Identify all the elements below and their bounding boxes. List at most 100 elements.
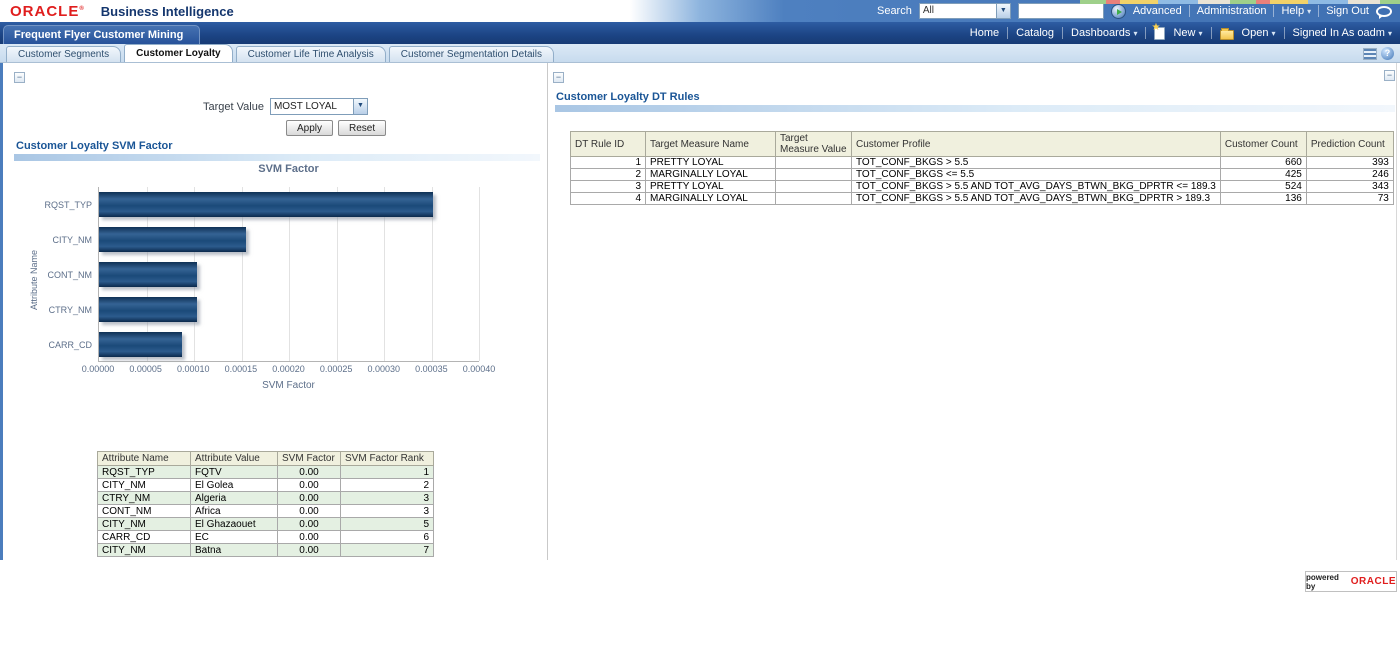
target-value-prompt: Target Value MOST LOYAL ▼ <box>203 98 368 115</box>
administration-link[interactable]: Administration <box>1197 5 1267 17</box>
category-label: RQST_TYP <box>42 187 98 222</box>
column-header[interactable]: Prediction Count <box>1306 132 1393 157</box>
collapse-left-column-icon[interactable]: − <box>14 72 25 83</box>
sign-out-link[interactable]: Sign Out <box>1326 5 1369 17</box>
target-value-select[interactable]: MOST LOYAL ▼ <box>270 98 368 115</box>
reset-button[interactable]: Reset <box>338 120 386 136</box>
target-value-label: Target Value <box>203 101 264 113</box>
category-label: CTRY_NM <box>42 292 98 327</box>
chevron-down-icon[interactable]: ▼ <box>353 99 367 114</box>
table-cell: CONT_NM <box>98 505 191 518</box>
column-header[interactable]: Target Measure Name <box>646 132 776 157</box>
dashboard-page-tab[interactable]: Frequent Flyer Customer Mining <box>3 25 200 44</box>
collapse-right-column-icon[interactable]: − <box>553 72 564 83</box>
table-row[interactable]: 4MARGINALLY LOYALTOT_CONF_BKGS > 5.5 AND… <box>571 193 1394 205</box>
open-folder-icon <box>1220 30 1234 40</box>
section-rule <box>555 105 1395 112</box>
column-header[interactable]: DT Rule ID <box>571 132 646 157</box>
gridline <box>479 187 480 361</box>
help-menu[interactable]: Help ▾ <box>1281 5 1311 17</box>
table-cell: 3 <box>341 505 434 518</box>
x-tick-label: 0.00000 <box>82 364 115 374</box>
bar-CTRY_NM[interactable] <box>99 297 197 322</box>
table-cell: 0.00 <box>278 531 341 544</box>
table-row[interactable]: CARR_CDEC0.006 <box>98 531 434 544</box>
chevron-down-icon: ▾ <box>1307 7 1311 16</box>
new-menu[interactable]: New ▾ <box>1173 27 1202 39</box>
table-cell: 2 <box>571 169 646 181</box>
table-cell: El Golea <box>191 479 278 492</box>
column-header[interactable]: Customer Count <box>1220 132 1306 157</box>
apply-button[interactable]: Apply <box>286 120 333 136</box>
table-cell: 0.00 <box>278 492 341 505</box>
table-row[interactable]: CONT_NMAfrica0.003 <box>98 505 434 518</box>
column-header[interactable]: Attribute Value <box>191 452 278 466</box>
bar-CONT_NM[interactable] <box>99 262 197 287</box>
x-tick-label: 0.00005 <box>129 364 162 374</box>
table-row[interactable]: RQST_TYPFQTV0.001 <box>98 466 434 479</box>
dashboard-content: − − − Target Value MOST LOYAL ▼ Apply Re… <box>0 63 1400 648</box>
table-cell: MARGINALLY LOYAL <box>646 169 776 181</box>
column-header[interactable]: SVM Factor <box>278 452 341 466</box>
chevron-down-icon: ▾ <box>1199 29 1203 38</box>
table-cell: Batna <box>191 544 278 557</box>
divider <box>1273 5 1274 17</box>
category-label: CARR_CD <box>42 327 98 362</box>
table-row[interactable]: CTRY_NMAlgeria0.003 <box>98 492 434 505</box>
search-scope-select[interactable]: All ▼ <box>919 3 1011 19</box>
tab-customer-loyalty[interactable]: Customer Loyalty <box>124 44 232 62</box>
x-tick-label: 0.00035 <box>415 364 448 374</box>
table-cell: Algeria <box>191 492 278 505</box>
table-cell: CITY_NM <box>98 544 191 557</box>
browser-artifact-strip <box>1080 0 1400 4</box>
powered-by-badge: powered by ORACLE <box>1305 571 1397 592</box>
table-cell: PRETTY LOYAL <box>646 181 776 193</box>
help-icon[interactable]: ? <box>1381 47 1394 60</box>
chevron-down-icon[interactable]: ▼ <box>996 4 1010 18</box>
tab-customer-segments[interactable]: Customer Segments <box>6 46 121 62</box>
table-cell: TOT_CONF_BKGS > 5.5 <box>852 157 1221 169</box>
table-row[interactable]: CITY_NMEl Golea0.002 <box>98 479 434 492</box>
chevron-down-icon: ▾ <box>1388 29 1392 38</box>
catalog-link[interactable]: Catalog <box>1016 27 1054 39</box>
dashboards-menu[interactable]: Dashboards ▾ <box>1071 27 1137 39</box>
home-link[interactable]: Home <box>970 27 999 39</box>
chart-y-axis-label: Attribute Name <box>29 249 39 309</box>
page-tab-bar: Customer Segments Customer Loyalty Custo… <box>0 44 1400 63</box>
bar-CARR_CD[interactable] <box>99 332 182 357</box>
search-go-icon[interactable] <box>1111 4 1126 19</box>
table-row[interactable]: 1PRETTY LOYALTOT_CONF_BKGS > 5.5660393 <box>571 157 1394 169</box>
column-header[interactable]: Customer Profile <box>852 132 1221 157</box>
collapse-far-right-icon[interactable]: − <box>1384 70 1395 81</box>
page-options-icon[interactable] <box>1363 48 1377 60</box>
search-scope-value: All <box>920 4 996 18</box>
table-row[interactable]: CITY_NMBatna0.007 <box>98 544 434 557</box>
search-label: Search <box>877 5 912 17</box>
table-cell: 5 <box>341 518 434 531</box>
x-tick-label: 0.00015 <box>225 364 258 374</box>
table-row[interactable]: 2MARGINALLY LOYALTOT_CONF_BKGS <= 5.5425… <box>571 169 1394 181</box>
column-header[interactable]: Target Measure Value <box>776 132 852 157</box>
signed-in-menu[interactable]: Signed In As oadm ▾ <box>1293 27 1392 39</box>
bar-RQST_TYP[interactable] <box>99 192 433 217</box>
table-cell: 0.00 <box>278 505 341 518</box>
table-cell: FQTV <box>191 466 278 479</box>
table-cell: MARGINALLY LOYAL <box>646 193 776 205</box>
table-cell <box>776 157 852 169</box>
open-menu[interactable]: Open ▾ <box>1242 27 1276 39</box>
column-header[interactable]: Attribute Name <box>98 452 191 466</box>
chat-bubble-icon[interactable] <box>1376 6 1392 17</box>
column-header[interactable]: SVM Factor Rank <box>341 452 434 466</box>
x-tick-label: 0.00025 <box>320 364 353 374</box>
tab-customer-life-time-analysis[interactable]: Customer Life Time Analysis <box>236 46 386 62</box>
tab-customer-segmentation-details[interactable]: Customer Segmentation Details <box>389 46 554 62</box>
table-cell: 1 <box>571 157 646 169</box>
chart-title: SVM Factor <box>98 163 479 175</box>
search-input[interactable] <box>1018 3 1104 19</box>
svm-factor-table: Attribute NameAttribute ValueSVM FactorS… <box>97 451 434 557</box>
table-row[interactable]: 3PRETTY LOYALTOT_CONF_BKGS > 5.5 AND TOT… <box>571 181 1394 193</box>
advanced-link[interactable]: Advanced <box>1133 5 1182 17</box>
table-row[interactable]: CITY_NMEl Ghazaouet0.005 <box>98 518 434 531</box>
target-value-current: MOST LOYAL <box>271 99 353 114</box>
bar-CITY_NM[interactable] <box>99 227 246 252</box>
